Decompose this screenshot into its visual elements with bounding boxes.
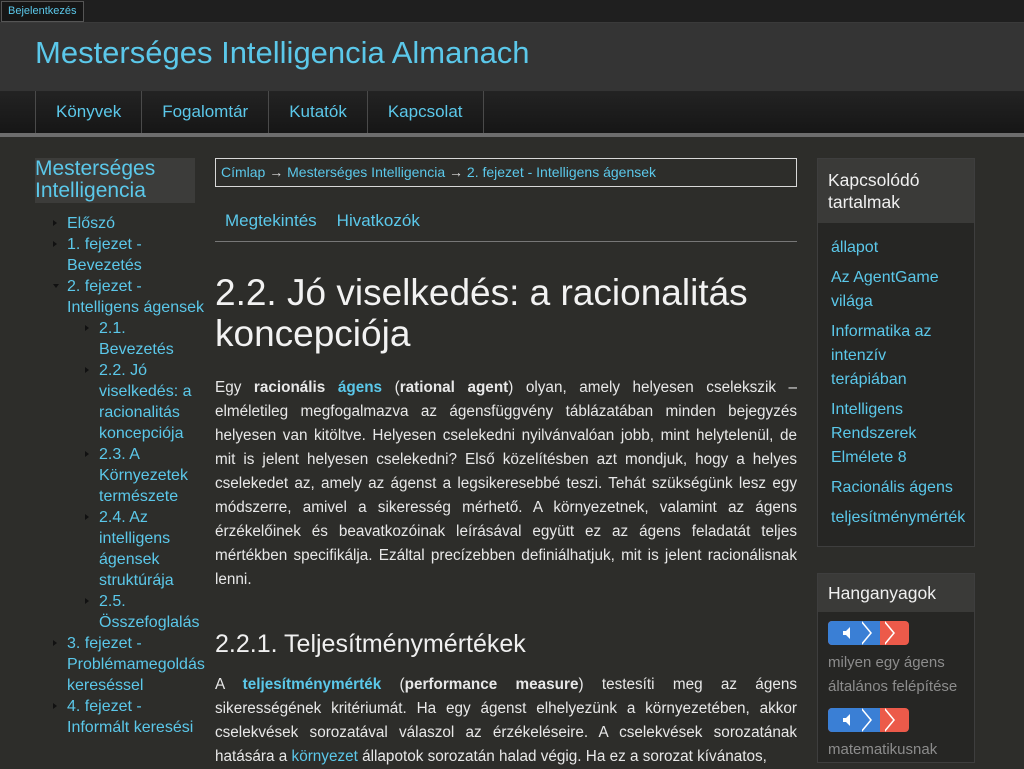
related-link[interactable]: teljesítménymérték	[831, 506, 965, 530]
toc-item-chapter-1[interactable]: 1. fejezet - Bevezetés	[35, 234, 205, 276]
audio-block: Hanganyagok milyen egy ágens általános f…	[817, 573, 975, 763]
collapsed-arrow-icon	[85, 598, 89, 604]
expanded-arrow-icon	[53, 284, 59, 288]
speaker-icon	[843, 714, 850, 726]
link-teljesitmenymertek[interactable]: teljesítménymérték	[243, 676, 382, 693]
related-content-title: Kapcsolódó tartalmak	[818, 159, 974, 223]
toc-item-2-5[interactable]: 2.5. Összefoglalás	[35, 591, 200, 633]
section-paragraph: A teljesítménymérték (performance measur…	[215, 676, 797, 765]
toc-item-2-3[interactable]: 2.3. A Környezetek természete	[35, 444, 199, 507]
collapsed-arrow-icon	[53, 640, 57, 646]
section-title: 2.2.1. Teljesítménymértékek	[215, 630, 526, 658]
breadcrumb-separator: →	[269, 164, 284, 180]
tab-view[interactable]: Megtekintés	[215, 201, 327, 241]
login-link[interactable]: Bejelentkezés	[1, 1, 84, 22]
nav-item-glossary[interactable]: Fogalomtár	[142, 91, 270, 133]
table-of-contents: Előszó 1. fejezet - Bevezetés 2. fejezet…	[35, 213, 205, 738]
collapsed-arrow-icon	[53, 220, 57, 226]
page-title: 2.2. Jó viselkedés: a racionalitás konce…	[215, 272, 748, 354]
speaker-icon	[843, 627, 850, 639]
right-sidebar: Kapcsolódó tartalmak állapot Az AgentGam…	[817, 158, 975, 763]
collapsed-arrow-icon	[85, 451, 89, 457]
nav-item-researchers[interactable]: Kutatók	[269, 91, 368, 133]
link-kornyezet[interactable]: környezet	[292, 748, 358, 765]
related-link[interactable]: Informatika az intenzív terápiában	[831, 320, 964, 392]
collapsed-arrow-icon	[85, 325, 89, 331]
collapsed-arrow-icon	[53, 241, 57, 247]
toc-item-2-1[interactable]: 2.1. Bevezetés	[35, 318, 199, 360]
book-title-link[interactable]: Mesterséges Intelligencia	[35, 158, 195, 203]
breadcrumb-separator: →	[449, 164, 464, 180]
toc-item-chapter-2[interactable]: 2. fejezet - Intelligens ágensek	[35, 276, 205, 318]
nav-divider	[0, 133, 1024, 137]
nav-item-books[interactable]: Könyvek	[36, 91, 143, 133]
audio-caption: matematikusnak	[828, 741, 938, 758]
site-header: Mesterséges Intelligencia Almanach	[0, 23, 1024, 92]
audio-player[interactable]	[828, 708, 909, 732]
toc-item-2-2[interactable]: 2.2. Jó viselkedés: a racionalitás konce…	[35, 360, 199, 444]
tab-references[interactable]: Hivatkozók	[327, 201, 430, 241]
audio-player[interactable]	[828, 621, 909, 645]
related-link[interactable]: Racionális ágens	[831, 476, 964, 500]
content-tabs: Megtekintés Hivatkozók	[215, 201, 797, 242]
site-title[interactable]: Mesterséges Intelligencia Almanach	[35, 35, 530, 71]
intro-paragraph: Egy racionális ágens (rational agent) ol…	[215, 379, 798, 588]
collapsed-arrow-icon	[85, 514, 89, 520]
breadcrumb: Címlap → Mesterséges Intelligencia → 2. …	[215, 158, 797, 187]
admin-toolbar: Bejelentkezés	[0, 0, 1024, 23]
audio-item: matematikusnak	[818, 699, 974, 762]
collapsed-arrow-icon	[53, 703, 57, 709]
audio-caption: milyen egy ágens általános felépítése	[828, 654, 958, 695]
toc-item-chapter-4[interactable]: 4. fejezet - Informált keresési	[35, 696, 205, 738]
toc-item-2-4[interactable]: 2.4. Az intelligens ágensek struktúrája	[35, 507, 199, 591]
related-link[interactable]: Az AgentGame világa	[831, 266, 964, 314]
nav-item-contact[interactable]: Kapcsolat	[368, 91, 484, 133]
breadcrumb-home[interactable]: Címlap	[221, 164, 265, 180]
breadcrumb-book[interactable]: Mesterséges Intelligencia	[287, 164, 445, 180]
main-nav: Könyvek Fogalomtár Kutatók Kapcsolat	[0, 91, 1024, 133]
collapsed-arrow-icon	[85, 367, 89, 373]
toc-item-preface[interactable]: Előszó	[35, 213, 205, 234]
related-link[interactable]: Intelligens Rendszerek Elmélete 8	[831, 398, 964, 470]
audio-block-title: Hanganyagok	[818, 574, 974, 612]
book-navigation: Mesterséges Intelligencia Előszó 1. feje…	[35, 158, 205, 738]
related-content-block: Kapcsolódó tartalmak állapot Az AgentGam…	[817, 158, 975, 547]
link-agens[interactable]: ágens	[338, 379, 382, 396]
toc-item-chapter-3[interactable]: 3. fejezet - Problémamegoldás kereséssel	[35, 633, 205, 696]
audio-item: milyen egy ágens általános felépítése	[818, 612, 974, 699]
breadcrumb-chapter[interactable]: 2. fejezet - Intelligens ágensek	[467, 164, 656, 180]
main-content: Címlap → Mesterséges Intelligencia → 2. …	[215, 158, 797, 769]
related-link[interactable]: állapot	[831, 236, 964, 260]
